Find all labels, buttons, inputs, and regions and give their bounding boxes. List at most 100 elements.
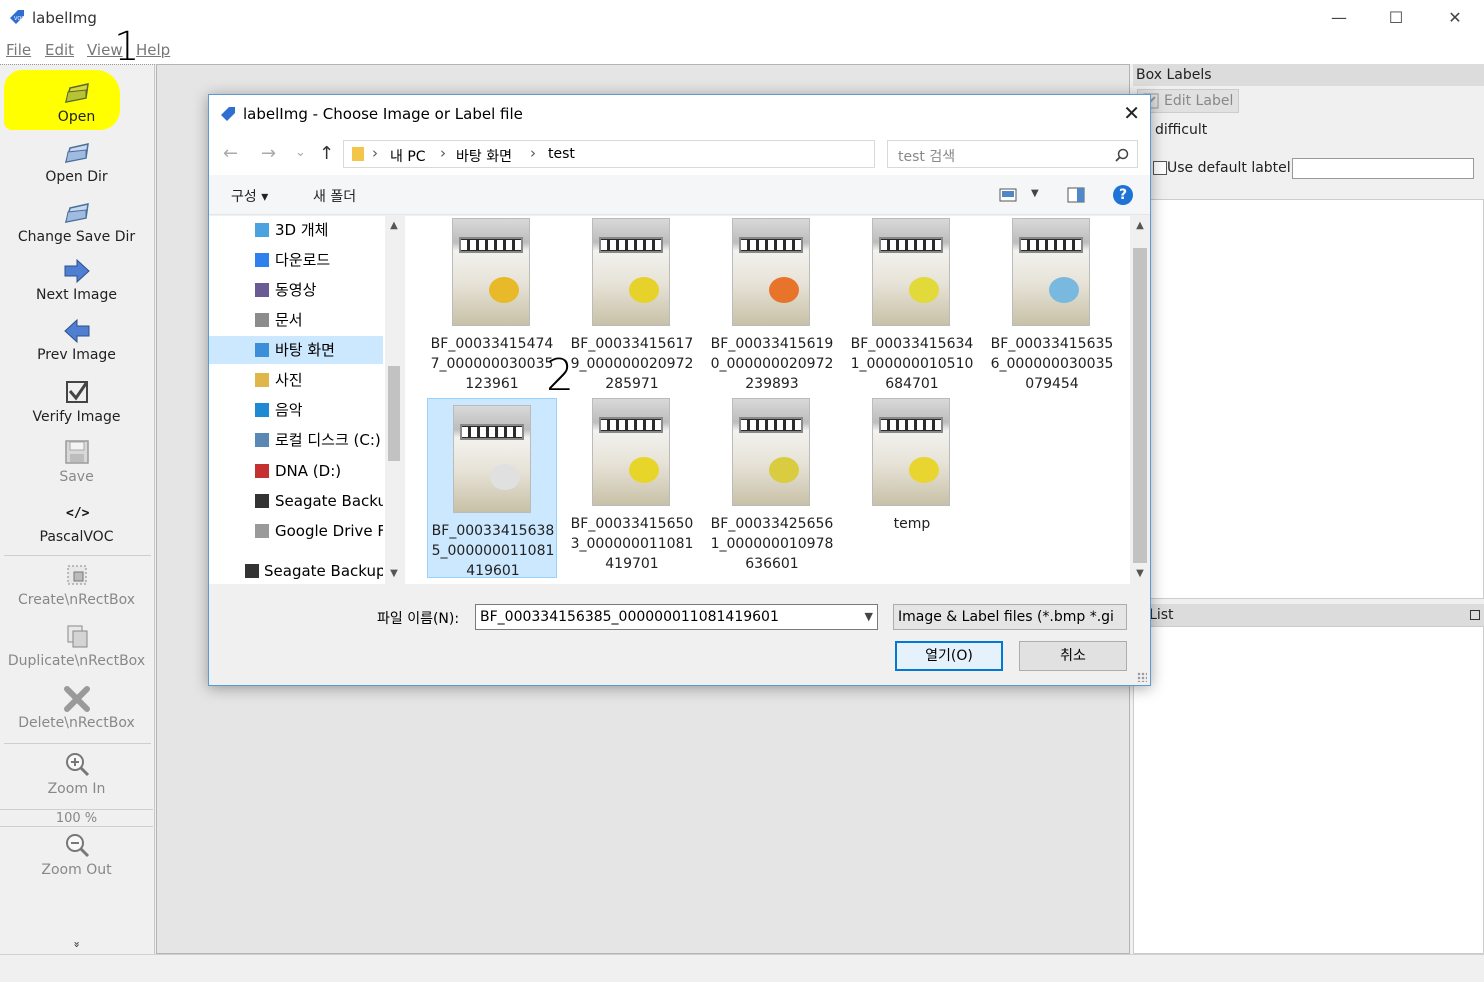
- search-input[interactable]: test 검색: [887, 140, 1138, 168]
- next-image-button[interactable]: Next Image: [0, 256, 153, 303]
- chevron-down-icon[interactable]: ▼: [865, 605, 873, 629]
- breadcrumb-test[interactable]: test: [548, 146, 575, 162]
- scroll-up-icon[interactable]: ▲: [385, 220, 403, 231]
- verify-image-button[interactable]: Verify Image: [0, 378, 153, 425]
- filename-input[interactable]: BF_000334156385_000000011081419601 ▼: [475, 604, 878, 630]
- delete-rectbox-button[interactable]: Delete\nRectBox: [0, 684, 153, 731]
- scroll-up-icon[interactable]: ▲: [1130, 220, 1150, 231]
- dock-float-icon[interactable]: [1470, 610, 1480, 620]
- next-arrow-icon: [64, 258, 90, 284]
- address-bar[interactable]: › 내 PC › 바탕 화면 › test ▼ ↻: [343, 140, 1003, 168]
- file-pane[interactable]: BF_000334154747_000000030035123961 BF_000…: [405, 216, 1130, 584]
- desktop-icon: [255, 343, 269, 357]
- scroll-down-icon[interactable]: ▼: [385, 568, 403, 579]
- forward-arrow-icon[interactable]: →: [261, 143, 276, 164]
- nav-item[interactable]: 사진: [209, 366, 383, 394]
- nav-item[interactable]: 동영상: [209, 276, 383, 304]
- edit-label-button[interactable]: Edit Label: [1137, 89, 1239, 113]
- create-rectbox-button[interactable]: Create\nRectBox: [0, 561, 153, 608]
- toolbar-grip: [0, 64, 155, 67]
- file-item[interactable]: temp: [847, 398, 977, 578]
- edit-label-text: Edit Label: [1164, 93, 1234, 109]
- view-dropdown-icon[interactable]: ▼: [1031, 188, 1039, 199]
- scroll-down-icon[interactable]: ▼: [1130, 568, 1150, 579]
- difficult-checkbox-label[interactable]: difficult: [1155, 122, 1207, 138]
- preview-pane-icon[interactable]: [1067, 187, 1085, 203]
- delete-rectbox-label: Delete\nRectBox: [18, 715, 135, 731]
- resize-grip[interactable]: [1137, 672, 1147, 682]
- duplicate-rectbox-button[interactable]: Duplicate\nRectBox: [0, 622, 153, 669]
- file-item[interactable]: BF_000334256561_000000010978636601: [707, 398, 837, 578]
- change-save-dir-button[interactable]: Change Save Dir: [0, 198, 153, 245]
- prev-image-button[interactable]: Prev Image: [0, 316, 153, 363]
- file-list[interactable]: [1133, 626, 1484, 954]
- nav-item[interactable]: Seagate Backup: [209, 487, 383, 515]
- file-item[interactable]: BF_000334156190_000000020972239893: [707, 218, 837, 398]
- zoom-value[interactable]: 100 %: [0, 809, 153, 827]
- close-button[interactable]: ✕: [1432, 6, 1478, 30]
- open-button[interactable]: Open: [0, 78, 153, 125]
- help-icon[interactable]: ?: [1113, 185, 1133, 205]
- label-list[interactable]: [1133, 199, 1484, 599]
- recent-locations-icon[interactable]: ⌄: [295, 145, 306, 160]
- file-item[interactable]: BF_000334156179_000000020972285971: [567, 218, 697, 398]
- nav-item[interactable]: Google Drive Fil: [209, 517, 383, 545]
- menu-help[interactable]: Help: [136, 41, 170, 59]
- scroll-thumb[interactable]: [1133, 248, 1147, 563]
- back-arrow-icon[interactable]: ←: [223, 143, 238, 164]
- toolbar-separator: [4, 555, 151, 556]
- nav-item[interactable]: 다운로드: [209, 246, 383, 274]
- nav-item[interactable]: DNA (D:): [209, 457, 383, 485]
- image-thumbnail: [452, 218, 530, 326]
- file-scrollbar[interactable]: ▲ ▼: [1130, 216, 1150, 584]
- breadcrumb-desktop[interactable]: 바탕 화면: [456, 146, 512, 166]
- file-item[interactable]: BF_000334156341_000000010510684701: [847, 218, 977, 398]
- menu-file[interactable]: File: [6, 41, 31, 59]
- view-options-icon[interactable]: [999, 188, 1017, 202]
- menu-edit[interactable]: Edit: [45, 41, 74, 59]
- zoom-in-button[interactable]: Zoom In: [0, 750, 153, 797]
- nav-item[interactable]: Seagate Backup P: [209, 557, 383, 584]
- file-item[interactable]: BF_000334156503_000000011081419701: [567, 398, 697, 578]
- meter-sticker: [629, 277, 659, 303]
- new-folder-button[interactable]: 새 폴더: [313, 186, 356, 206]
- nav-item-label: 3D 개체: [275, 221, 329, 239]
- title-bar: VOC labelImg — ☐ ✕: [0, 0, 1484, 36]
- nav-item[interactable]: 로컬 디스크 (C:): [209, 426, 383, 454]
- save-button[interactable]: Save: [0, 438, 153, 485]
- minimize-button[interactable]: —: [1316, 6, 1362, 30]
- up-arrow-icon[interactable]: ↑: [319, 143, 334, 164]
- navigation-pane[interactable]: 3D 개체다운로드 동영상 문서 바탕 화면 사진 음악 로컬 디스크 (C:) DNA (D…: [209, 216, 403, 584]
- file-item[interactable]: BF_000334156356_000000030035079454: [987, 218, 1117, 398]
- meter-digits: [462, 427, 522, 437]
- chevron-right-icon: ›: [440, 144, 446, 162]
- meter-sticker: [909, 277, 939, 303]
- nav-item[interactable]: 바탕 화면: [209, 336, 383, 364]
- toolbar-expand-icon[interactable]: »: [71, 940, 84, 950]
- organize-button[interactable]: 구성 ▾: [231, 186, 268, 206]
- file-item[interactable]: BF_000334156385_000000011081419601: [427, 398, 557, 579]
- file-item[interactable]: BF_000334154747_000000030035123961: [427, 218, 557, 398]
- chevron-right-icon: ›: [530, 144, 536, 162]
- cancel-button[interactable]: 취소: [1019, 641, 1127, 671]
- nav-item[interactable]: 3D 개체: [209, 216, 383, 244]
- open-dir-button[interactable]: Open Dir: [0, 138, 153, 185]
- open-file-button[interactable]: 열기(O): [895, 641, 1003, 671]
- breadcrumb-this-pc[interactable]: 내 PC: [390, 146, 426, 166]
- change-save-dir-label: Change Save Dir: [17, 229, 136, 245]
- nav-item[interactable]: 문서: [209, 306, 383, 334]
- meter-digits: [601, 420, 661, 430]
- pascalvoc-button[interactable]: </> PascalVOC: [0, 498, 153, 545]
- nav-item[interactable]: 음악: [209, 396, 383, 424]
- filetype-select[interactable]: Image & Label files (*.bmp *.gi: [893, 604, 1127, 630]
- navigation-scrollbar[interactable]: ▲ ▼: [385, 216, 403, 584]
- use-default-label-checkbox[interactable]: [1153, 161, 1167, 175]
- dialog-close-icon[interactable]: ✕: [1123, 101, 1140, 125]
- zoom-out-icon: [65, 834, 89, 858]
- maximize-button[interactable]: ☐: [1373, 6, 1419, 30]
- zoom-out-button[interactable]: Zoom Out: [0, 831, 153, 878]
- scroll-thumb[interactable]: [388, 366, 400, 461]
- usb-drive-icon: [255, 464, 269, 478]
- default-label-input[interactable]: [1292, 158, 1474, 179]
- svg-text:VOC: VOC: [14, 16, 25, 22]
